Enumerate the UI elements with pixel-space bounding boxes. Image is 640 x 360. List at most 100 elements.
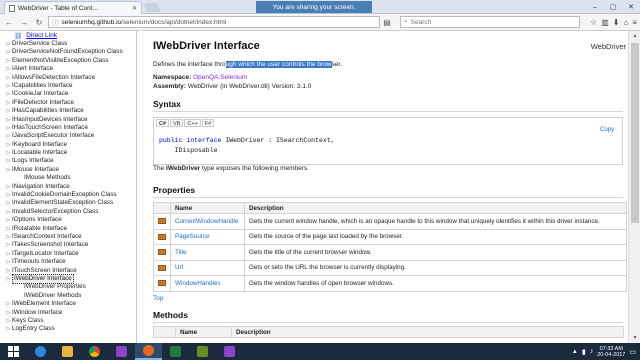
expand-icon[interactable]: ▷ [5,141,12,149]
expand-icon[interactable]: ▷ [5,208,12,216]
expand-icon[interactable]: ▷ [5,166,12,174]
toc-item[interactable]: ▷ IKeyboard Interface [0,141,136,149]
close-icon[interactable]: ✕ [132,5,137,12]
toc-item[interactable]: IWebDriver Properties [0,283,136,291]
toc-item[interactable]: ▷ ILocatable Interface [0,149,136,157]
toc-item[interactable]: ▷ Keys Class [0,317,136,325]
property-link[interactable]: CurrentWindowHandle [175,218,238,225]
expand-icon[interactable]: ▷ [5,267,12,275]
property-link[interactable]: Url [175,264,183,271]
volume-icon[interactable]: ♪ [590,348,594,355]
expand-icon[interactable]: ▷ [5,149,12,157]
reload-icon[interactable]: ↻ [33,16,45,28]
toc-item[interactable]: ▷ ICookieJar Interface [0,90,136,98]
toc-item[interactable]: ▷ IJavaScriptExecutor Interface [0,132,136,140]
expand-icon[interactable]: ▷ [5,241,12,249]
toc-item[interactable]: ▷ IOptions Interface [0,216,136,224]
taskbar-app[interactable] [27,343,54,360]
address-bar[interactable]: ⓘ seleniumhq.github.io/selenium/docs/api… [48,16,380,28]
taskbar-app[interactable] [108,343,135,360]
toc-item[interactable]: ▷ ITargetLocator Interface [0,250,136,258]
menu-icon[interactable]: ≡ [632,18,637,27]
toc-item[interactable]: ▷ LogEntry Class [0,325,136,333]
toc-item[interactable]: ▷ DriverService Class [0,40,136,48]
expand-icon[interactable]: ▷ [5,325,12,333]
taskbar-app[interactable] [81,343,108,360]
expand-icon[interactable]: ▷ [5,250,12,258]
expand-icon[interactable]: ▷ [5,183,12,191]
clock[interactable]: 07:33 AM 20-04-2017 [597,346,625,358]
notifications-icon[interactable]: ▭ [629,348,636,356]
expand-icon[interactable]: ▷ [5,233,12,241]
reader-icon[interactable]: ▤ [381,16,393,28]
toc-item[interactable]: ▷ IAlert Interface [0,65,136,73]
download-icon[interactable]: ⬇ [613,18,620,27]
toc-item[interactable]: ▷ InvalidCookieDomainException Class [0,191,136,199]
expand-icon[interactable]: ▷ [5,57,12,65]
expand-icon[interactable]: ▷ [5,309,12,317]
tab-cpp[interactable]: C++ [184,119,201,127]
namespace-link[interactable]: OpenQA.Selenium [193,74,247,81]
expand-icon[interactable]: ▷ [5,65,12,73]
new-tab-button[interactable] [143,3,161,12]
expand-icon[interactable]: ▷ [5,90,12,98]
expand-icon[interactable]: ▷ [5,216,12,224]
expand-icon[interactable]: ▷ [5,48,12,56]
toc-item[interactable]: ▷ InvalidElementStateException Class [0,199,136,207]
toc-item[interactable]: ▷ IMouse Interface [0,166,136,174]
expand-icon[interactable]: ▷ [5,124,12,132]
taskbar-app[interactable] [54,343,81,360]
expand-icon[interactable]: ▷ [5,40,12,48]
toc-item[interactable]: ▷ ITimeouts Interface [0,258,136,266]
toc-item[interactable]: IMouse Methods [0,174,136,182]
taskbar-app[interactable] [216,343,243,360]
browser-tab[interactable]: WebDriver - Table of Cont... ✕ [4,1,142,14]
toc-item[interactable]: ▷ ElementNotVisibleException Class [0,57,136,65]
expand-icon[interactable]: ▷ [5,225,12,233]
expand-icon[interactable]: ▷ [5,317,12,325]
toc-item[interactable]: IWebDriver Methods [0,292,136,300]
expand-icon[interactable]: ▷ [5,199,12,207]
expand-icon[interactable]: ▷ [5,99,12,107]
toc-item[interactable]: ▷ IWindow Interface [0,309,136,317]
copy-link[interactable]: Copy [600,127,614,133]
toc-item[interactable]: ▷ IHasCapabilities Interface [0,107,136,115]
vertical-scrollbar[interactable]: ▲ ▼ [628,31,640,343]
bookmarks-icon[interactable]: ▥ [601,18,609,27]
scroll-down-icon[interactable]: ▼ [629,333,640,343]
toc-item[interactable]: ▷ DriverServiceNotFoundException Class [0,48,136,56]
forward-icon[interactable]: → [18,16,30,28]
toc-item[interactable]: ▷ IFileDetector Interface [0,99,136,107]
toc-item[interactable]: ▷ ICapabilities Interface [0,82,136,90]
maximize-icon[interactable]: ▢ [604,0,622,14]
taskbar-app[interactable] [162,343,189,360]
toc-item[interactable]: ▷ InvalidSelectorException Class [0,208,136,216]
network-icon[interactable]: ▮ [582,348,586,356]
property-link[interactable]: WindowHandles [175,280,221,287]
direct-link[interactable]: Direct Link [26,32,57,39]
star-icon[interactable]: ☆ [590,18,597,27]
toc-item[interactable]: ▷ IHasInputDevices Interface [0,116,136,124]
toc-item[interactable]: ▷ IRotatable Interface [0,225,136,233]
tab-csharp[interactable]: C# [156,119,170,127]
toc-item[interactable]: ▷ INavigation Interface [0,183,136,191]
taskbar-app[interactable] [135,343,162,360]
toc-item[interactable]: ▷ ITakesScreenshot Interface [0,241,136,249]
back-icon[interactable]: ← [3,16,15,28]
breadcrumb[interactable]: WebDriver [591,42,626,51]
property-link[interactable]: Title [175,249,187,256]
expand-icon[interactable]: ▷ [5,82,12,90]
expand-icon[interactable]: ▷ [5,74,12,82]
expand-icon[interactable]: ▷ [5,116,12,124]
home-icon[interactable]: ⌂ [623,18,628,27]
expand-icon[interactable]: ▷ [5,157,12,165]
scroll-thumb[interactable] [631,43,639,223]
expand-icon[interactable]: ▷ [5,107,12,115]
expand-icon[interactable]: ▷ [5,191,12,199]
tab-vb[interactable]: VB [170,119,184,127]
top-link[interactable]: Top [153,295,163,302]
toc-item[interactable]: ▷ ISearchContext Interface [0,233,136,241]
taskbar-app[interactable] [189,343,216,360]
tray-arrow-icon[interactable]: ▲ [572,349,578,355]
scroll-up-icon[interactable]: ▲ [629,31,640,41]
